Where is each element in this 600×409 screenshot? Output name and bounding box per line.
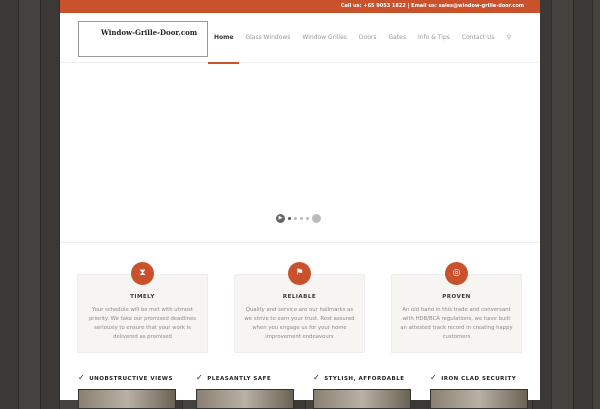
slide-dot[interactable] [300, 217, 303, 220]
slider-controls: ▶ [276, 214, 321, 223]
feature-title: RELIABLE [282, 294, 317, 300]
check-icon: ✓ [430, 373, 438, 382]
hero-slider: ▶ [60, 63, 540, 243]
highlight-item: ✓ PLEASANTLY SAFE [196, 373, 294, 409]
feature-text: An old hand in this trade and conversant… [400, 307, 513, 340]
nav-window-grilles[interactable]: Window Grilles [296, 13, 353, 63]
logo-text: Window-Grille-Door.com [101, 28, 198, 37]
feature-text: Your schedule will be met with utmost pr… [88, 307, 197, 340]
highlight-item: ✓ IRON CLAD SECURITY [430, 373, 528, 409]
nav-home[interactable]: Home [208, 13, 240, 64]
highlight-image[interactable] [78, 389, 176, 409]
contact-bar: Call us: +65 9053 1822 | Email us: sales… [60, 0, 540, 13]
feature-box-proven: PROVEN An old hand in this trade and conv… [391, 274, 522, 353]
nav-glass-windows[interactable]: Glass Windows [239, 13, 296, 63]
highlight-image[interactable] [430, 389, 528, 409]
nav-doors[interactable]: Doors [353, 13, 383, 63]
highlight-title: STYLISH, AFFORDABLE [324, 376, 405, 382]
play-icon[interactable]: ▶ [276, 214, 285, 223]
highlight-title: IRON CLAD SECURITY [441, 376, 517, 382]
check-icon: ✓ [313, 373, 321, 382]
slide-dot[interactable] [306, 217, 309, 220]
header: Window-Grille-Door.com Home Glass Window… [60, 13, 540, 64]
highlight-image[interactable] [196, 389, 294, 409]
feature-title: PROVEN [442, 294, 471, 300]
hourglass-icon: ⧗ [131, 262, 154, 285]
highlight-title: PLEASANTLY SAFE [207, 376, 272, 382]
feature-box-timely: TIMELY Your schedule will be met with utm… [77, 274, 208, 353]
check-icon: ✓ [196, 373, 204, 382]
slide-dot[interactable] [294, 217, 297, 220]
nav-gates[interactable]: Gates [382, 13, 412, 63]
main-nav: Home Glass Windows Window Grilles Doors … [208, 13, 517, 64]
nav-contact-us[interactable]: Contact Us [456, 13, 501, 63]
pause-icon[interactable] [312, 214, 321, 223]
feature-title: TIMELY [130, 294, 155, 300]
logo[interactable]: Window-Grille-Door.com [78, 21, 208, 57]
flag-icon: ⚑ [288, 262, 311, 285]
highlight-item: ✓ STYLISH, AFFORDABLE [313, 373, 411, 409]
highlight-title: UNOBSTRUCTIVE VIEWS [89, 376, 173, 382]
highlight-item: ✓ UNOBSTRUCTIVE VIEWS [78, 373, 176, 409]
feature-text: Quality and service are our hallmarks as… [244, 307, 355, 340]
nav-info-tips[interactable]: Info & Tips [412, 13, 456, 63]
slide-dot[interactable] [288, 217, 291, 220]
search-icon[interactable]: ⚲ [501, 13, 517, 63]
globe-icon: ◎ [445, 262, 468, 285]
highlight-image[interactable] [313, 389, 411, 409]
check-icon: ✓ [78, 373, 86, 382]
feature-box-reliable: RELIABLE Quality and service are our hall… [234, 274, 365, 353]
